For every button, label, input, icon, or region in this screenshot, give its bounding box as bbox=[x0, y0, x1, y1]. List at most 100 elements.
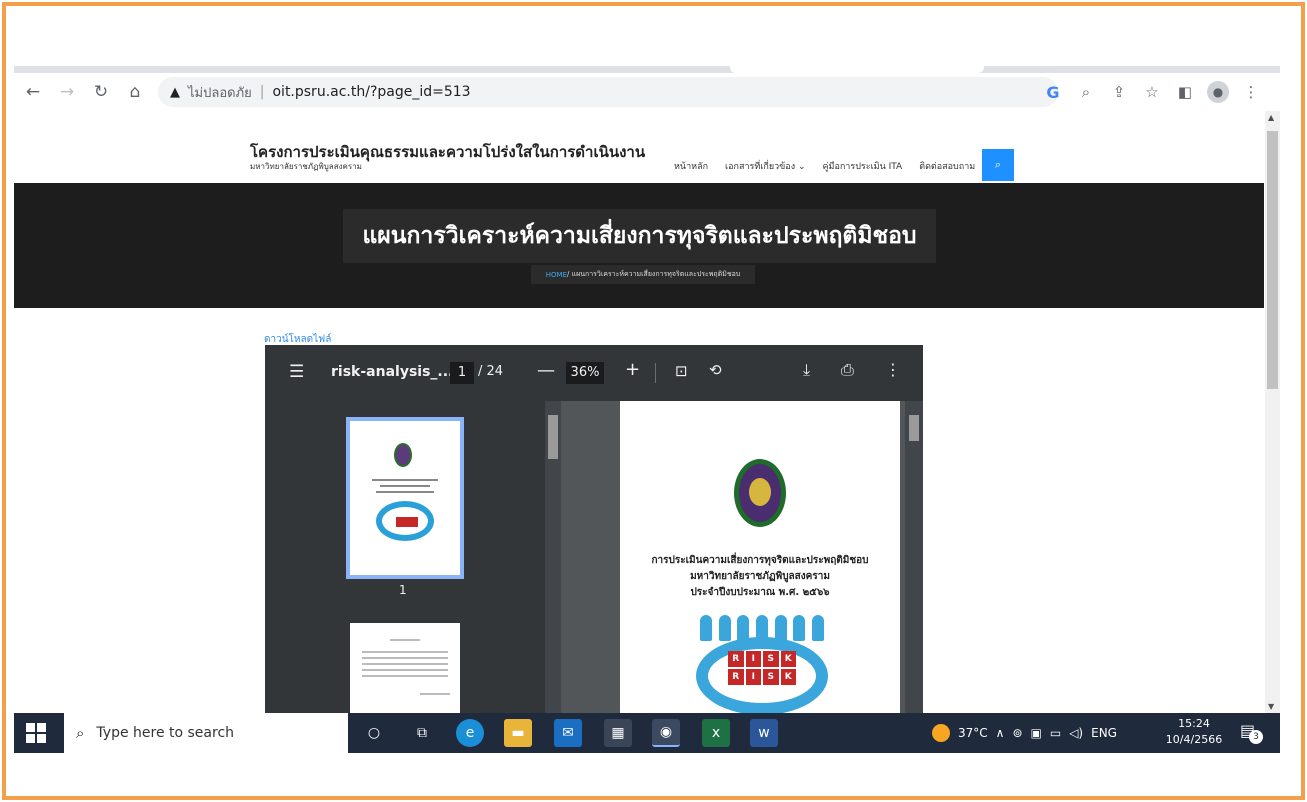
thumb-text-line bbox=[362, 657, 448, 659]
zoom-input[interactable]: 36% bbox=[566, 362, 604, 384]
warning-icon[interactable]: ▲ bbox=[170, 85, 180, 100]
scroll-down-icon[interactable]: ▼ bbox=[1268, 702, 1274, 711]
person-figure bbox=[755, 615, 768, 641]
pdf-thumbnail-sidebar: 1 bbox=[265, 401, 561, 713]
menu-item-documents[interactable]: เอกสารที่เกี่ยวข้อง ⌄ bbox=[725, 159, 805, 173]
clock-time: 15:24 bbox=[1178, 717, 1210, 730]
windows-start-icon[interactable] bbox=[26, 723, 46, 743]
risk-letter: I bbox=[745, 651, 761, 667]
risk-letter: K bbox=[780, 669, 796, 685]
university-seal-icon bbox=[734, 459, 786, 527]
google-lens-icon[interactable]: G bbox=[1042, 81, 1064, 103]
main-menu: หน้าหลัก เอกสารที่เกี่ยวข้อง ⌄ คู่มือการ… bbox=[674, 159, 975, 173]
zoom-in-icon[interactable]: + bbox=[625, 359, 640, 380]
meet-now-icon[interactable]: ⊚ bbox=[1012, 726, 1022, 740]
mail-icon[interactable]: ✉ bbox=[554, 719, 582, 747]
taskbar-search-box[interactable]: ⌕ Type here to search bbox=[64, 713, 348, 753]
people-figures bbox=[700, 615, 824, 643]
weather-temperature[interactable]: 37°C bbox=[958, 726, 988, 740]
edge-icon[interactable]: e bbox=[456, 719, 484, 747]
page-number-input[interactable]: 1 bbox=[450, 362, 474, 384]
thumb-text-line bbox=[362, 669, 448, 671]
security-status[interactable]: ไม่ปลอดภัย bbox=[188, 82, 252, 103]
page-scrollbar[interactable]: ▲ ▼ bbox=[1265, 111, 1280, 713]
word-icon[interactable]: w bbox=[750, 719, 778, 747]
rotate-icon[interactable]: ⟲ bbox=[709, 361, 722, 379]
chrome-icon[interactable]: ◉ bbox=[652, 719, 680, 747]
sidebar-scrollbar[interactable] bbox=[545, 401, 561, 713]
chevron-up-icon[interactable]: ∧ bbox=[996, 726, 1005, 740]
page-thumbnail-2[interactable] bbox=[350, 623, 460, 713]
bookmark-star-icon[interactable]: ☆ bbox=[1141, 81, 1163, 103]
pdf-file-name: risk-analysis_... bbox=[331, 364, 454, 380]
clock-date: 10/4/2566 bbox=[1165, 733, 1223, 746]
site-header: โครงการประเมินคุณธรรมและความโปร่งใสในการ… bbox=[14, 125, 1264, 181]
zoom-out-icon[interactable]: — bbox=[537, 360, 555, 381]
notification-count: 3 bbox=[1249, 730, 1263, 744]
person-figure bbox=[774, 615, 787, 641]
search-icon: ⌕ bbox=[994, 158, 1002, 171]
battery-icon[interactable]: ▭ bbox=[1050, 726, 1061, 740]
risk-letter: R bbox=[728, 651, 744, 667]
sidebar-scroll-thumb[interactable] bbox=[548, 415, 558, 459]
person-figure bbox=[700, 615, 712, 641]
more-options-icon[interactable]: ⋮ bbox=[885, 360, 901, 379]
fit-page-icon[interactable]: ⊡ bbox=[675, 362, 688, 380]
person-figure bbox=[737, 615, 750, 641]
share-icon[interactable]: ⇪ bbox=[1108, 81, 1130, 103]
file-explorer-icon[interactable]: ▬ bbox=[504, 719, 532, 747]
toolbar-divider bbox=[655, 363, 656, 383]
browser-toolbar: ← → ↻ ⌂ ▲ ไม่ปลอดภัย | oit.psru.ac.th/?p… bbox=[14, 73, 1280, 111]
active-tab-edge bbox=[730, 66, 984, 73]
reload-icon[interactable]: ↻ bbox=[86, 77, 116, 107]
forward-icon[interactable]: → bbox=[52, 77, 82, 107]
page-heading-line-2: มหาวิทยาลัยราชภัฏพิบูลสงคราม bbox=[690, 571, 830, 582]
page-scroll-thumb[interactable] bbox=[1267, 131, 1278, 389]
home-icon[interactable]: ⌂ bbox=[120, 77, 150, 107]
risk-letter: R bbox=[728, 669, 744, 685]
download-icon[interactable]: ⤓ bbox=[803, 360, 810, 380]
risk-letter: I bbox=[745, 669, 761, 685]
url-text[interactable]: oit.psru.ac.th/?page_id=513 bbox=[272, 84, 470, 100]
page-hero: แผนการวิเคราะห์ความเสี่ยงการทุจริตและประ… bbox=[14, 183, 1264, 308]
thumb-text-line bbox=[362, 663, 448, 665]
excel-icon[interactable]: x bbox=[702, 719, 730, 747]
hamburger-icon[interactable]: ☰ bbox=[289, 362, 304, 382]
search-icon: ⌕ bbox=[76, 724, 85, 742]
tab-strip bbox=[14, 66, 1280, 73]
back-icon[interactable]: ← bbox=[18, 77, 48, 107]
network-icon[interactable]: ▣ bbox=[1031, 726, 1042, 740]
risk-letter: K bbox=[780, 651, 796, 667]
breadcrumb-current: / แผนการวิเคราะห์ความเสี่ยงการทุจริตและป… bbox=[567, 270, 741, 278]
menu-item-contact[interactable]: ติดต่อสอบถาม bbox=[919, 159, 975, 173]
language-indicator[interactable]: ENG bbox=[1091, 726, 1117, 740]
side-panel-icon[interactable]: ◧ bbox=[1174, 81, 1196, 103]
address-bar[interactable]: ▲ ไม่ปลอดภัย | oit.psru.ac.th/?page_id=5… bbox=[158, 77, 1058, 107]
store-icon[interactable]: ▦ bbox=[604, 719, 632, 747]
taskbar-clock[interactable]: 15:24 10/4/2566 bbox=[1160, 716, 1228, 748]
menu-item-ita-manual[interactable]: คู่มือการประเมิน ITA bbox=[823, 159, 903, 173]
print-icon[interactable]: ⎙ bbox=[841, 360, 854, 380]
volume-icon[interactable]: ◁) bbox=[1069, 726, 1083, 740]
pdf-main-scrollbar[interactable] bbox=[905, 401, 923, 713]
profile-avatar-icon[interactable]: ● bbox=[1207, 81, 1229, 103]
zoom-icon[interactable]: ⌕ bbox=[1075, 81, 1097, 103]
search-button[interactable]: ⌕ bbox=[982, 149, 1014, 181]
breadcrumb-home[interactable]: HOME bbox=[546, 271, 567, 279]
risk-circle-image bbox=[376, 501, 434, 541]
notification-icon[interactable]: ▤ 3 bbox=[1240, 721, 1263, 744]
weather-sun-icon[interactable] bbox=[932, 724, 950, 742]
cortana-icon[interactable]: ○ bbox=[360, 719, 388, 747]
page-title: แผนการวิเคราะห์ความเสี่ยงการทุจริตและประ… bbox=[362, 223, 917, 249]
university-seal-icon bbox=[394, 443, 412, 467]
menu-kebab-icon[interactable]: ⋮ bbox=[1240, 81, 1262, 103]
page-total: / 24 bbox=[478, 364, 504, 379]
thumb-text-line bbox=[372, 479, 438, 481]
menu-item-home[interactable]: หน้าหลัก bbox=[674, 159, 708, 173]
pdf-scroll-thumb[interactable] bbox=[909, 415, 919, 441]
thumb-text-line bbox=[376, 491, 434, 493]
task-view-icon[interactable]: ⧉ bbox=[408, 719, 436, 747]
pdf-page-1: การประเมินความเสี่ยงการทุจริตและประพฤติม… bbox=[620, 401, 900, 713]
page-thumbnail-1[interactable] bbox=[346, 417, 464, 579]
scroll-up-icon[interactable]: ▲ bbox=[1268, 113, 1274, 122]
